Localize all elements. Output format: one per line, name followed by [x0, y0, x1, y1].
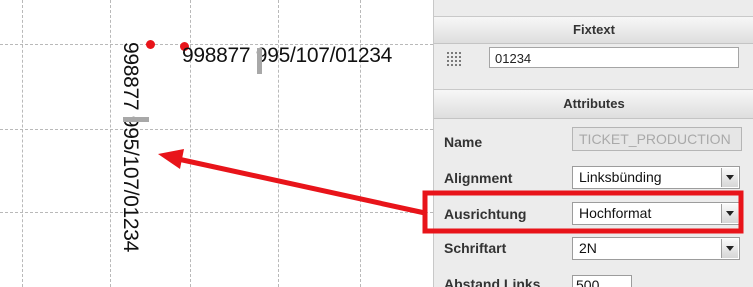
grid-line [0, 129, 433, 130]
layout-canvas[interactable]: 998877 995/107/01234 998877 995/107/0123… [0, 0, 433, 287]
alignment-value: Linksbünding [579, 169, 662, 185]
chevron-down-icon[interactable] [721, 168, 738, 187]
anchor-point-marker[interactable] [146, 40, 155, 49]
ausrichtung-label: Ausrichtung [444, 206, 527, 222]
schriftart-label: Schriftart [444, 240, 507, 256]
name-field: TICKET_PRODUCTION [572, 127, 742, 151]
grid-line [0, 212, 433, 213]
schriftart-value: 2N [579, 240, 597, 256]
ausrichtung-value: Hochformat [579, 205, 652, 221]
text-cursor-marker [257, 48, 262, 74]
fixtext-section-header: Fixtext [434, 16, 753, 44]
fixtext-input[interactable]: 01234 [489, 47, 739, 68]
ticket-number-horizontal[interactable]: 998877 995/107/01234 [182, 44, 392, 68]
chevron-down-icon[interactable] [721, 239, 738, 258]
ticket-number-vertical[interactable]: 998877 995/107/01234 [118, 42, 142, 252]
ausrichtung-select[interactable]: Hochformat [572, 202, 740, 225]
schriftart-select[interactable]: 2N [572, 237, 740, 260]
alignment-select[interactable]: Linksbünding [572, 166, 740, 189]
attributes-section-header: Attributes [434, 89, 753, 119]
abstand-links-label: Abstand Links [444, 276, 541, 287]
text-cursor-marker [123, 117, 149, 122]
chevron-down-icon[interactable] [721, 204, 738, 223]
properties-panel: Fixtext 01234 Attributes Name TICKET_PRO… [433, 0, 753, 287]
alignment-label: Alignment [444, 170, 513, 186]
drag-handle-icon[interactable] [445, 51, 467, 68]
name-label: Name [444, 134, 483, 150]
abstand-links-input[interactable]: 500 [572, 275, 632, 287]
